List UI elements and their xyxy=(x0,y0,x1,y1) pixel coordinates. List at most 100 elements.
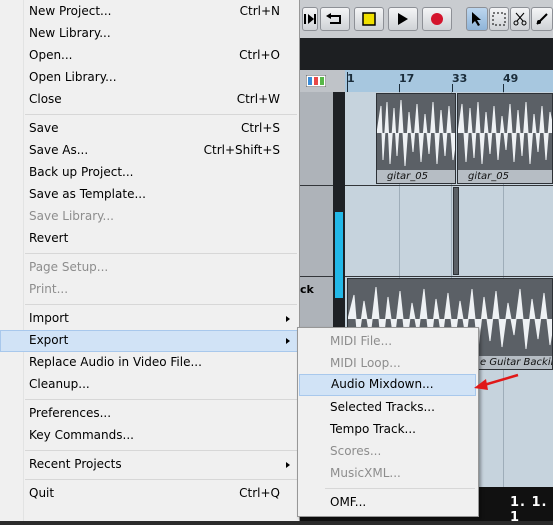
menu-separator xyxy=(25,450,297,451)
menu-separator xyxy=(25,399,297,400)
glue-tool-button[interactable] xyxy=(531,7,553,31)
record-button[interactable] xyxy=(422,7,452,31)
clip-name: gitar_05 xyxy=(377,170,455,183)
menu-item-recent-projects[interactable]: Recent Projects xyxy=(0,454,298,476)
annotation-arrow-icon xyxy=(474,373,519,390)
menu-item-back-up-project[interactable]: Back up Project... xyxy=(0,162,298,184)
record-icon xyxy=(431,13,443,25)
menu-item-save-as[interactable]: Save As... Ctrl+Shift+S xyxy=(0,140,298,162)
menu-item-label: Open Library... xyxy=(29,70,117,84)
ruler-tick: 1 xyxy=(347,72,355,85)
menu-item-label: Save Library... xyxy=(29,209,114,223)
menu-item-save[interactable]: Save Ctrl+S xyxy=(0,118,298,140)
menu-item-shortcut: Ctrl+S xyxy=(240,121,280,135)
ruler-tick: 33 xyxy=(452,72,468,85)
menu-item-save-library: Save Library... xyxy=(0,206,298,228)
menu-item-label: New Library... xyxy=(29,26,111,40)
menu-item-cleanup[interactable]: Cleanup... xyxy=(0,374,298,396)
waveform xyxy=(458,101,552,165)
go-to-end-button[interactable] xyxy=(302,7,318,31)
menu-item-label: Quit xyxy=(29,486,55,500)
track-header-2[interactable] xyxy=(300,186,334,276)
menu-separator xyxy=(25,304,297,305)
menu-item-label: Recent Projects xyxy=(29,457,122,471)
ruler-line xyxy=(347,72,348,92)
menu-item-preferences[interactable]: Preferences... xyxy=(0,403,298,425)
menu-item-export[interactable]: Export xyxy=(0,330,298,352)
menu-separator xyxy=(25,114,297,115)
clip-name: gitar_05 xyxy=(458,170,552,183)
submenu-item-label: Selected Tracks... xyxy=(330,400,435,414)
submenu-item-musicxml: MusicXML... xyxy=(298,463,478,485)
stop-icon xyxy=(362,12,376,26)
ruler-line xyxy=(503,84,504,92)
menu-item-shortcut: Ctrl+O xyxy=(239,48,280,62)
menu-item-revert[interactable]: Revert xyxy=(0,228,298,250)
ruler-line xyxy=(452,84,453,92)
menu-item-label: Preferences... xyxy=(29,406,112,420)
submenu-item-selected-tracks[interactable]: Selected Tracks... xyxy=(298,397,478,419)
submenu-item-label: Audio Mixdown... xyxy=(331,377,434,391)
split-tool-button[interactable] xyxy=(510,7,530,31)
waveform xyxy=(377,99,455,167)
track-header-1[interactable] xyxy=(300,92,334,185)
menu-item-save-as-template[interactable]: Save as Template... xyxy=(0,184,298,206)
submenu-item-label: Scores... xyxy=(330,444,382,458)
menu-item-label: Close xyxy=(29,92,62,106)
menu-separator xyxy=(25,253,297,254)
submenu-arrow-icon xyxy=(286,338,290,344)
timeline-ruler[interactable]: 1 17 33 49 xyxy=(345,70,553,93)
ruler-tick: 17 xyxy=(399,72,415,85)
glue-tube-icon xyxy=(536,13,548,25)
file-menu: New Project... Ctrl+N New Library... Ope… xyxy=(0,0,300,521)
submenu-item-label: Tempo Track... xyxy=(330,422,416,436)
menu-item-close[interactable]: Close Ctrl+W xyxy=(0,89,298,111)
cycle-button[interactable] xyxy=(320,7,350,31)
menu-item-import[interactable]: Import xyxy=(0,308,298,330)
menu-item-label: Back up Project... xyxy=(29,165,134,179)
menu-item-shortcut: Ctrl+Shift+S xyxy=(203,143,280,157)
menu-item-key-commands[interactable]: Key Commands... xyxy=(0,425,298,447)
submenu-item-midi-loop: MIDI Loop... xyxy=(298,353,478,375)
export-submenu: MIDI File... MIDI Loop... Audio Mixdown.… xyxy=(297,327,479,517)
submenu-item-audio-mixdown[interactable]: Audio Mixdown... xyxy=(299,374,476,396)
submenu-item-midi-file: MIDI File... xyxy=(298,331,478,353)
menu-separator xyxy=(25,479,297,480)
submenu-item-label: MIDI File... xyxy=(330,334,393,348)
menu-item-page-setup: Page Setup... xyxy=(0,257,298,279)
submenu-item-label: MusicXML... xyxy=(330,466,401,480)
audio-clip-small[interactable] xyxy=(453,187,459,275)
menu-item-label: New Project... xyxy=(29,4,112,18)
color-palette-icon[interactable] xyxy=(306,75,326,87)
stop-button[interactable] xyxy=(354,7,384,31)
submenu-item-tempo-track[interactable]: Tempo Track... xyxy=(298,419,478,441)
menu-item-label: Print... xyxy=(29,282,69,296)
menu-item-label: Replace Audio in Video File... xyxy=(29,355,202,369)
menu-item-open[interactable]: Open... Ctrl+O xyxy=(0,45,298,67)
menu-item-label: Page Setup... xyxy=(29,260,109,274)
ruler-corner xyxy=(300,70,346,92)
menu-item-label: Export xyxy=(29,333,69,347)
track-name: ck xyxy=(300,283,314,296)
audio-clip[interactable]: gitar_05 xyxy=(376,93,456,184)
submenu-item-label: MIDI Loop... xyxy=(330,356,401,370)
menu-item-new-library[interactable]: New Library... xyxy=(0,23,298,45)
menu-item-label: Revert xyxy=(29,231,69,245)
menu-item-label: Cleanup... xyxy=(29,377,90,391)
menu-item-quit[interactable]: Quit Ctrl+Q xyxy=(0,483,298,505)
range-selection-tool-button[interactable] xyxy=(489,7,509,31)
menu-item-print: Print... xyxy=(0,279,298,301)
audio-clip[interactable]: gitar_05 xyxy=(457,93,553,184)
track-lane-2[interactable] xyxy=(345,186,553,276)
submenu-arrow-icon xyxy=(286,462,290,468)
info-line xyxy=(300,38,553,70)
play-button[interactable] xyxy=(388,7,418,31)
menu-item-shortcut: Ctrl+N xyxy=(239,4,280,18)
menu-item-label: Open... xyxy=(29,48,73,62)
menu-item-replace-audio-in-video[interactable]: Replace Audio in Video File... xyxy=(0,352,298,374)
menu-item-open-library[interactable]: Open Library... xyxy=(0,67,298,89)
submenu-item-omf[interactable]: OMF... xyxy=(298,492,478,514)
ruler-line xyxy=(399,84,400,92)
menu-item-new-project[interactable]: New Project... Ctrl+N xyxy=(0,1,298,23)
object-selection-tool-button[interactable] xyxy=(466,7,488,31)
